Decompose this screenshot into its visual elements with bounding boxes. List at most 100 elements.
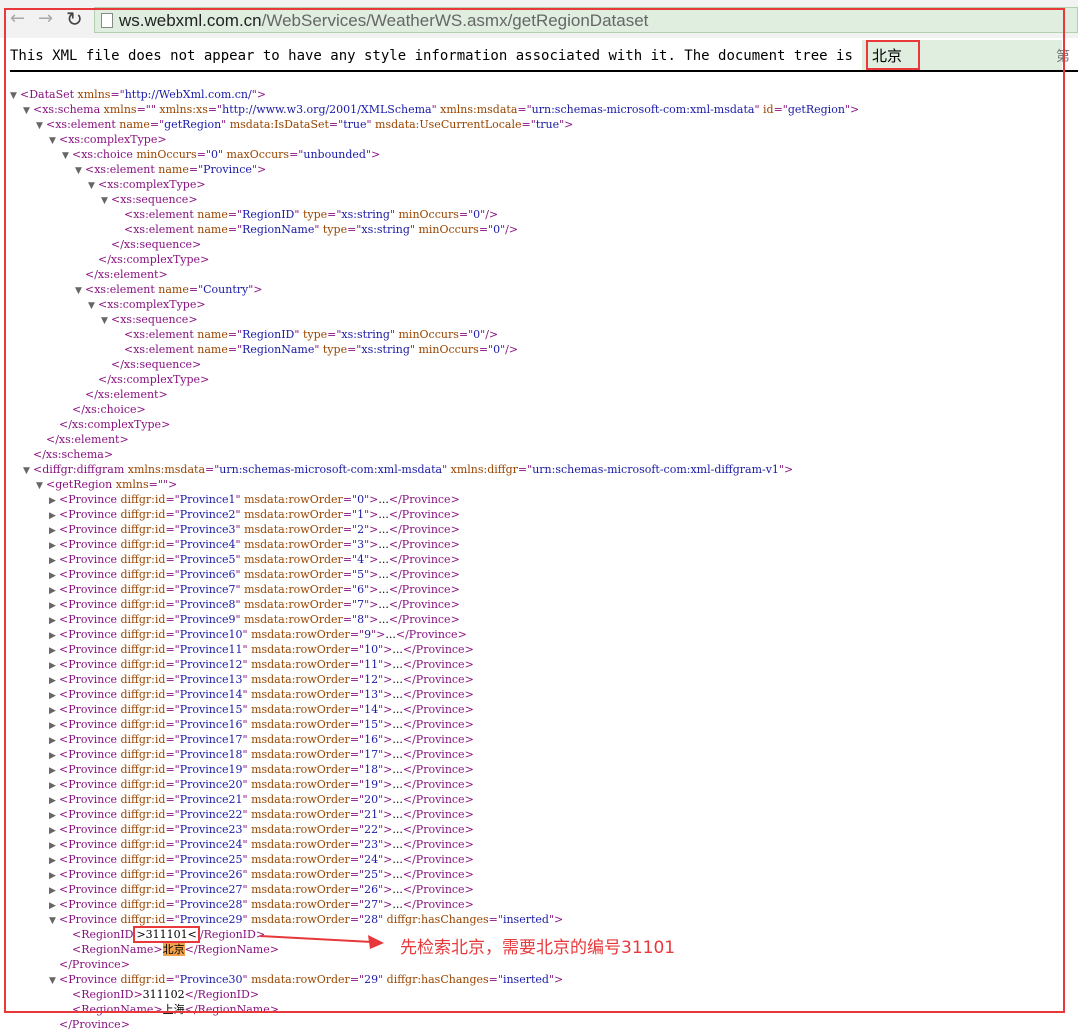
- xml-tag: <Province: [59, 583, 121, 596]
- xml-tag: =": [342, 553, 358, 566]
- xml-tag: =": [488, 973, 503, 986]
- xml-tag: =": [349, 673, 365, 686]
- xml-tag: =": [521, 118, 536, 131]
- xml-tag: ": [235, 613, 245, 626]
- collapse-triangle-icon[interactable]: ▼: [88, 179, 98, 194]
- xml-tag: =": [327, 208, 342, 221]
- xml-tag: =": [517, 463, 533, 476]
- xml-attr-name: name: [197, 328, 228, 341]
- xml-tag: =": [165, 568, 180, 581]
- collapse-triangle-icon[interactable]: ▼: [36, 479, 46, 494]
- xml-tag: ">: [371, 628, 386, 641]
- xml-attr-value: Province22: [179, 808, 243, 821]
- collapse-triangle-icon[interactable]: ▼: [23, 464, 33, 479]
- xml-tag: ": [314, 343, 323, 356]
- notice-divider: [10, 70, 1078, 72]
- collapse-triangle-icon[interactable]: ▼: [23, 104, 33, 119]
- xml-line: ▶ <Province diffgr:id="Province17" msdata…: [49, 732, 474, 747]
- xml-tag: =": [342, 508, 358, 521]
- collapse-triangle-icon[interactable]: ▼: [101, 194, 111, 209]
- xml-line: ▶ <Province diffgr:id="Province13" msdata…: [49, 672, 474, 687]
- xml-attr-name: diffgr:id: [120, 598, 166, 611]
- xml-tag: </Province>: [388, 583, 460, 596]
- find-input[interactable]: 北京: [866, 40, 920, 70]
- xml-attr-name: msdata:rowOrder: [251, 748, 350, 761]
- xml-tag: </Province>: [402, 808, 474, 821]
- xml-tag: <Province: [59, 973, 121, 986]
- xml-text: ...: [378, 508, 389, 521]
- xml-tag: =": [349, 628, 365, 641]
- address-bar[interactable]: ws.webxml.com.cn/WebServices/WeatherWS.a…: [94, 7, 1078, 33]
- xml-tag: =": [458, 328, 474, 341]
- xml-tag: <Province: [59, 838, 121, 851]
- xml-tag: <Province: [59, 508, 121, 521]
- xml-line: <RegionName>上海</RegionName>: [62, 1002, 279, 1017]
- collapse-triangle-icon[interactable]: ▼: [101, 314, 111, 329]
- xml-tag: =": [165, 703, 180, 716]
- collapse-triangle-icon[interactable]: ▼: [49, 974, 59, 989]
- xml-tag: <Province: [59, 673, 121, 686]
- xml-tag: =": [165, 763, 180, 776]
- xml-tag: =": [349, 643, 365, 656]
- xml-tag: =": [349, 913, 365, 926]
- xml-tag: =": [227, 343, 243, 356]
- xml-tag: ": [242, 658, 252, 671]
- xml-tag: =": [342, 523, 358, 536]
- xml-tag: ": [242, 688, 252, 701]
- xml-line: </xs:element>: [36, 432, 129, 447]
- xml-line: ▼ <xs:sequence>: [101, 192, 198, 207]
- collapse-triangle-icon[interactable]: ▼: [75, 284, 85, 299]
- xml-attr-name: diffgr:hasChanges: [386, 973, 489, 986]
- xml-line: ▶ <Province diffgr:id="Province1" msdata:…: [49, 492, 460, 507]
- xml-attr-name: diffgr:id: [120, 853, 166, 866]
- xml-tag: =": [165, 913, 180, 926]
- xml-attr-name: name: [197, 208, 228, 221]
- xml-attr-value: 16: [364, 733, 379, 746]
- xml-tag: </Province>: [402, 748, 474, 761]
- xml-line: ▼ <DataSet xmlns="http://WebXml.com.cn/">: [10, 87, 266, 102]
- xml-tag: ">: [378, 703, 393, 716]
- collapse-triangle-icon[interactable]: ▼: [49, 134, 59, 149]
- xml-line: ▶ <Province diffgr:id="Province5" msdata:…: [49, 552, 460, 567]
- xml-attr-name: xmlns: [77, 88, 111, 101]
- xml-tag: ": [242, 898, 252, 911]
- reload-icon[interactable]: ↻: [66, 8, 83, 30]
- xml-tag: =": [349, 808, 365, 821]
- xml-line: ▼ <xs:complexType>: [88, 297, 206, 312]
- xml-attr-value: 12: [364, 673, 379, 686]
- xml-text: 311102: [142, 988, 185, 1001]
- xml-attr-value: xs:string: [361, 343, 410, 356]
- xml-tag: =": [349, 778, 365, 791]
- xml-tag: ="": [136, 103, 160, 116]
- xml-tag: <RegionID>: [72, 988, 143, 1001]
- xml-line: ▶ <Province diffgr:id="Province27" msdata…: [49, 882, 474, 897]
- xml-attr-value: 13: [364, 688, 379, 701]
- collapse-triangle-icon[interactable]: ▼: [49, 914, 59, 929]
- xml-tag: =": [165, 778, 180, 791]
- xml-tag: ": [221, 118, 230, 131]
- xml-attr-name: msdata:rowOrder: [244, 553, 343, 566]
- xml-attr-value: true: [535, 118, 560, 131]
- collapse-triangle-icon[interactable]: ▼: [75, 164, 85, 179]
- forward-arrow-icon[interactable]: →: [38, 8, 53, 30]
- xml-tag: =": [349, 793, 365, 806]
- xml-tag: ": [242, 643, 252, 656]
- xml-line: ▶ <Province diffgr:id="Province20" msdata…: [49, 777, 474, 792]
- xml-tag: ": [217, 148, 227, 161]
- xml-tag: =": [227, 223, 243, 236]
- xml-tag: =": [349, 898, 365, 911]
- collapse-triangle-icon[interactable]: ▼: [88, 299, 98, 314]
- collapse-triangle-icon[interactable]: ▼: [10, 89, 20, 104]
- back-arrow-icon[interactable]: ←: [10, 8, 25, 30]
- xml-text: ...: [392, 793, 403, 806]
- xml-tag: =": [165, 673, 180, 686]
- collapse-triangle-icon[interactable]: ▼: [36, 119, 46, 134]
- xml-attr-name: msdata:rowOrder: [251, 823, 350, 836]
- collapse-triangle-icon[interactable]: ▼: [62, 149, 72, 164]
- xml-tag: <Province: [59, 808, 121, 821]
- xml-attr-name: xmlns:msdata: [127, 463, 206, 476]
- xml-attr-name: msdata:rowOrder: [251, 703, 350, 716]
- xml-attr-value: xs:string: [341, 328, 390, 341]
- xml-tag: ": [242, 883, 252, 896]
- xml-tag: <RegionName>: [72, 1003, 163, 1016]
